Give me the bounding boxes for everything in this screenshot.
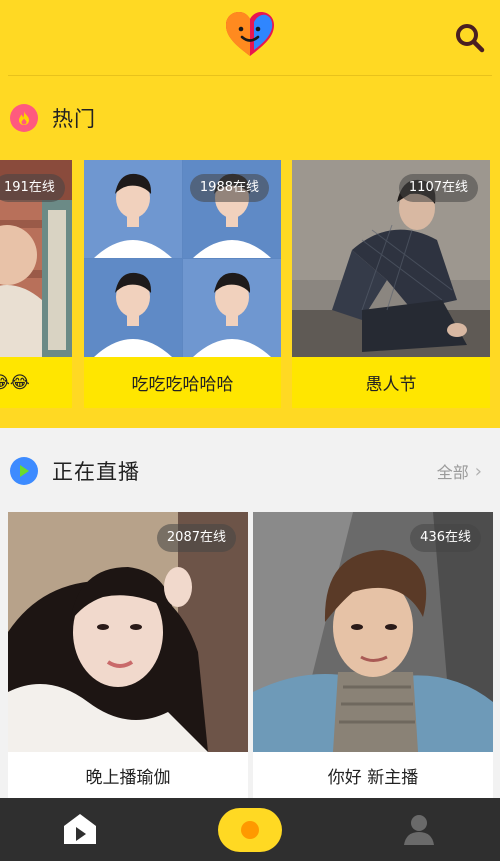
- bottom-navigation: [0, 798, 500, 861]
- play-icon: [10, 457, 38, 485]
- hot-section-title: 热门: [52, 107, 96, 131]
- live-section-title: 正在直播: [52, 460, 140, 484]
- see-all-label: 全部: [436, 463, 469, 482]
- home-play-icon[interactable]: [62, 812, 98, 846]
- online-count-badge: 436在线: [410, 524, 481, 552]
- live-card-2-caption: 你好 新主播: [327, 767, 419, 788]
- app-screen: 热门 191在线 😂😂: [0, 0, 500, 861]
- chevron-right-icon: ›: [474, 460, 482, 482]
- live-section: 正在直播 全部 › 2087在线 晚上播瑜伽 436在线 你好 新主播: [0, 428, 500, 798]
- live-record-icon: [241, 821, 259, 839]
- hot-section: 热门 191在线 😂😂: [0, 0, 500, 428]
- hot-card-3-caption: 愚人节: [365, 375, 417, 395]
- online-count-badge: 2087在线: [156, 524, 236, 552]
- live-card-1[interactable]: 2087在线 晚上播瑜伽: [8, 512, 248, 798]
- hot-card-1-caption: 😂😂: [0, 372, 30, 393]
- online-count-badge: 191在线: [0, 174, 65, 202]
- online-count-badge: 1107在线: [398, 174, 478, 202]
- live-section-header: 正在直播: [10, 454, 140, 488]
- hot-section-header: 热门: [10, 100, 96, 136]
- heart-smile-logo: [226, 12, 274, 56]
- hot-card-2[interactable]: 1988在线 吃吃吃哈哈哈: [84, 160, 281, 408]
- app-header: [0, 0, 500, 76]
- live-card-2[interactable]: 436在线 你好 新主播: [253, 512, 493, 798]
- hot-card-2-caption: 吃吃吃哈哈哈: [131, 375, 234, 395]
- hot-card-3[interactable]: 1107在线 愚人节: [292, 160, 490, 408]
- online-count-badge: 1988在线: [189, 174, 269, 202]
- profile-icon[interactable]: [402, 812, 436, 846]
- fire-icon: [10, 104, 38, 132]
- header-divider: [8, 75, 492, 76]
- live-record-button[interactable]: [218, 808, 282, 852]
- hot-card-1[interactable]: 191在线 😂😂: [0, 160, 72, 408]
- search-icon[interactable]: [452, 20, 488, 54]
- live-card-1-caption: 晚上播瑜伽: [85, 767, 171, 788]
- see-all-link[interactable]: 全部 ›: [437, 458, 482, 484]
